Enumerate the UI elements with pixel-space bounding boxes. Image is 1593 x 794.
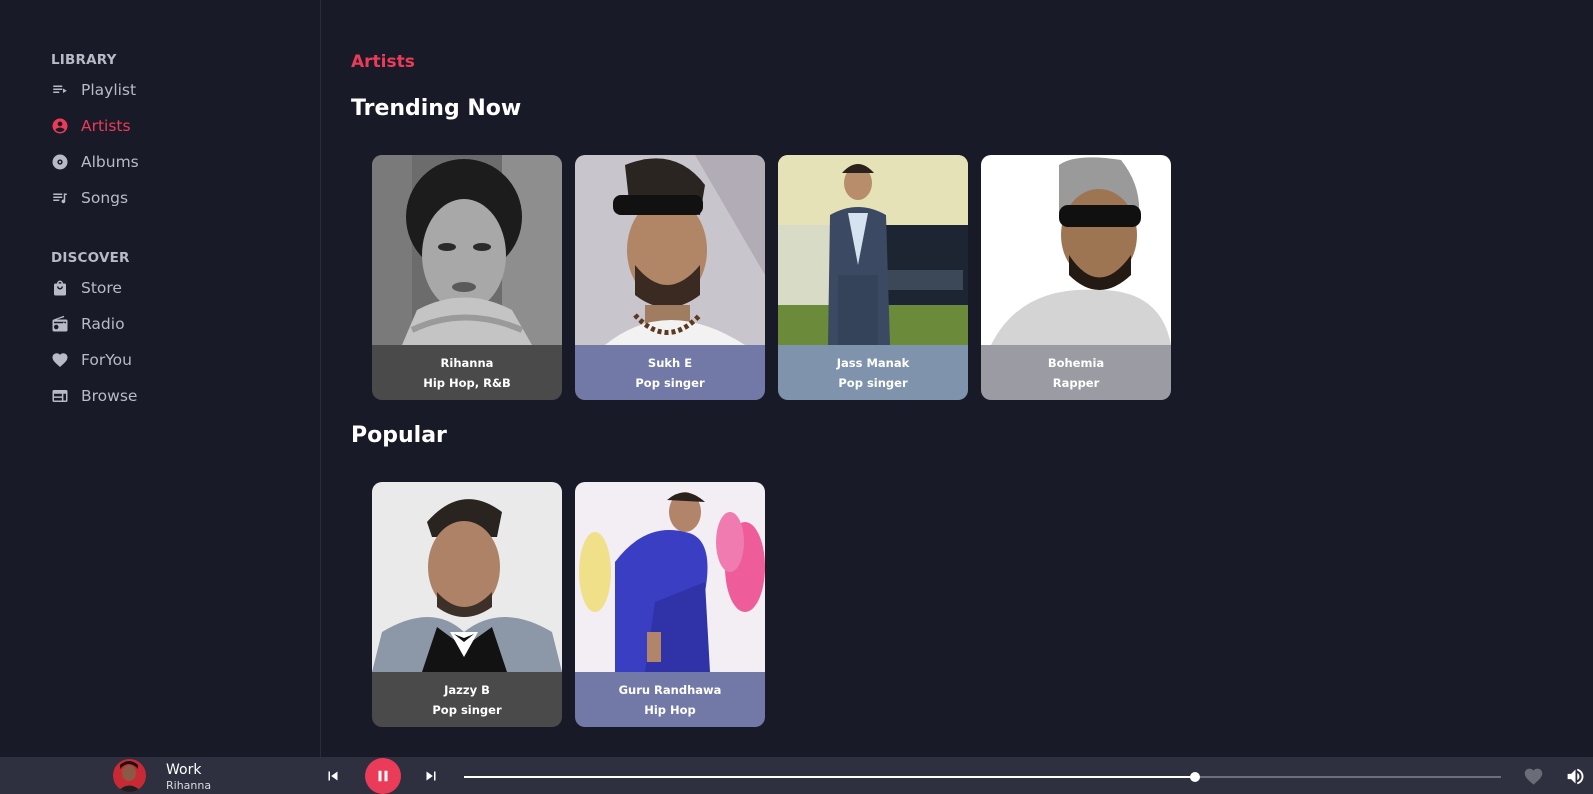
player-bar: Work Rihanna	[0, 757, 1593, 794]
artist-photo	[372, 482, 562, 672]
progress-handle[interactable]	[1190, 772, 1201, 782]
discover-section-title: DISCOVER	[51, 250, 130, 266]
popular-title: Popular	[351, 423, 447, 448]
sidebar-item-label: ForYou	[81, 351, 132, 369]
now-playing-artist: Rihanna	[166, 779, 212, 792]
artist-card-bohemia[interactable]: Bohemia Rapper	[981, 155, 1171, 400]
artist-photo	[575, 482, 765, 672]
previous-icon	[328, 771, 338, 781]
sidebar-item-label: Albums	[81, 153, 139, 171]
previous-button[interactable]	[323, 766, 343, 786]
artist-photo	[575, 155, 765, 345]
next-button[interactable]	[421, 766, 441, 786]
now-playing-thumbnail	[113, 759, 146, 792]
sidebar-item-label: Songs	[81, 189, 129, 207]
sidebar-item-artists[interactable]: Artists	[51, 115, 131, 137]
sidebar-item-label: Radio	[81, 315, 125, 333]
artist-genre: Rapper	[1052, 375, 1100, 390]
sidebar: LIBRARY Playlist Artists Albums Songs DI…	[0, 0, 321, 757]
artist-card-jazzy-b[interactable]: Jazzy B Pop singer	[372, 482, 562, 727]
artist-genre: Hip Hop, R&B	[423, 375, 511, 390]
sidebar-item-albums[interactable]: Albums	[51, 151, 139, 173]
artist-genre: Hip Hop	[644, 702, 696, 717]
progress-fill	[464, 776, 1196, 778]
shopping-bag-icon	[51, 279, 69, 297]
sidebar-item-store[interactable]: Store	[51, 277, 122, 299]
volume-icon	[1567, 768, 1583, 784]
songs-icon	[51, 189, 69, 207]
artist-genre: Pop singer	[635, 375, 705, 390]
sidebar-item-browse[interactable]: Browse	[51, 385, 137, 407]
radio-icon	[51, 315, 69, 333]
sidebar-item-label: Artists	[81, 117, 131, 135]
artist-card-rihanna[interactable]: Rihanna Hip Hop, R&B	[372, 155, 562, 400]
now-playing-title: Work	[166, 762, 202, 778]
artist-card-sukh-e[interactable]: Sukh E Pop singer	[575, 155, 765, 400]
artist-card-jass-manak[interactable]: Jass Manak Pop singer	[778, 155, 968, 400]
artist-photo	[981, 155, 1171, 345]
trending-now-title: Trending Now	[351, 96, 522, 121]
browse-icon	[51, 387, 69, 405]
volume-button[interactable]	[1564, 765, 1586, 787]
library-section-title: LIBRARY	[51, 52, 117, 68]
heart-icon	[51, 351, 69, 369]
sidebar-item-songs[interactable]: Songs	[51, 187, 128, 209]
sidebar-item-radio[interactable]: Radio	[51, 313, 125, 335]
sidebar-item-label: Store	[81, 279, 122, 297]
page-title: Artists	[351, 52, 415, 72]
artist-caption: Bohemia Rapper	[981, 345, 1171, 400]
artist-genre: Pop singer	[838, 375, 908, 390]
artist-caption: Guru Randhawa Hip Hop	[575, 672, 765, 727]
artist-photo	[778, 155, 968, 345]
artist-icon	[51, 117, 69, 135]
artist-name: Jass Manak	[836, 355, 910, 370]
artist-name: Sukh E	[647, 355, 693, 370]
album-icon	[51, 153, 69, 171]
sidebar-item-playlist[interactable]: Playlist	[51, 79, 136, 101]
artist-caption: Sukh E Pop singer	[575, 345, 765, 400]
artist-card-guru-randhawa[interactable]: Guru Randhawa Hip Hop	[575, 482, 765, 727]
sidebar-item-label: Browse	[81, 387, 138, 405]
artist-caption: Rihanna Hip Hop, R&B	[372, 345, 562, 400]
pause-button[interactable]	[365, 758, 401, 794]
artist-genre: Pop singer	[432, 702, 502, 717]
artist-name: Rihanna	[440, 355, 494, 370]
artist-name: Bohemia	[1047, 355, 1105, 370]
progress-bar[interactable]	[464, 772, 1501, 782]
sidebar-item-label: Playlist	[81, 81, 137, 99]
artist-caption: Jass Manak Pop singer	[778, 345, 968, 400]
main-content: Artists Trending Now Rihanna Hip Hop, R&…	[321, 0, 1593, 757]
artist-caption: Jazzy B Pop singer	[372, 672, 562, 727]
sidebar-item-foryou[interactable]: ForYou	[51, 349, 132, 371]
artist-photo	[372, 155, 562, 345]
next-icon	[426, 771, 436, 781]
artist-name: Jazzy B	[444, 682, 490, 697]
pause-icon	[378, 770, 388, 782]
artist-name: Guru Randhawa	[618, 682, 722, 697]
playlist-icon	[51, 81, 69, 99]
heart-icon	[1524, 768, 1542, 785]
like-button[interactable]	[1522, 765, 1544, 787]
